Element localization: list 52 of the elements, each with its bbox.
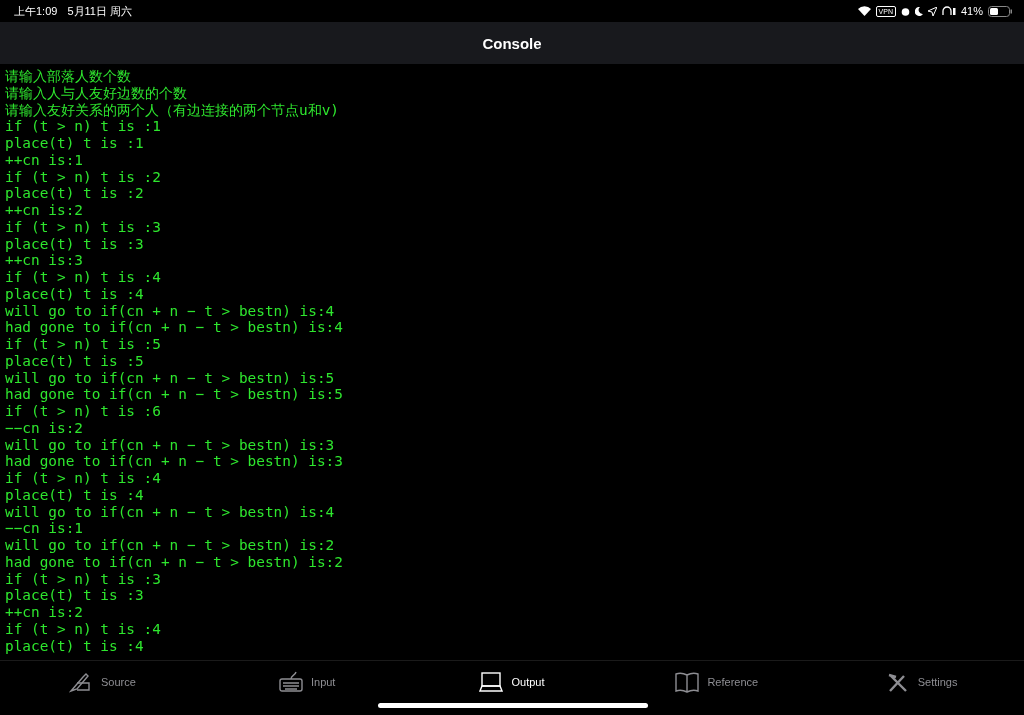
laptop-icon <box>479 671 504 693</box>
console-line: place(t) t is :3 <box>5 235 144 253</box>
book-icon <box>675 671 700 693</box>
console-line: will go to if(cn + n − t > bestn) is:4 <box>5 503 335 521</box>
console-line: ++cn is:3 <box>5 252 83 269</box>
headphones-icon <box>941 6 956 16</box>
nav-title: Console <box>482 34 542 52</box>
moon-icon <box>914 6 923 16</box>
console-line: had gone to if(cn + n − t > bestn) is:5 <box>5 386 343 403</box>
tab-item[interactable]: Source <box>0 661 205 715</box>
console-line: if (t > n) t is :4 <box>5 470 161 487</box>
console-line: 请输入人与人友好边数的个数 <box>5 84 187 102</box>
console-line: had gone to if(cn + n − t > bestn) is:3 <box>5 453 343 470</box>
console-line: −−cn is:2 <box>5 419 83 437</box>
console-line: if (t > n) t is :5 <box>5 336 161 353</box>
wifi-icon <box>857 6 871 16</box>
console-line: place(t) t is :4 <box>5 285 144 303</box>
console-line: 请输入友好关系的两个人（有边连接的两个节点u和v) <box>5 101 339 119</box>
console-line: −−cn is:1 <box>5 520 83 537</box>
console-line: place(t) t is :4 <box>5 486 144 504</box>
tab-item[interactable]: Settings <box>819 661 1024 715</box>
status-date: 5月11日 周六 <box>67 3 132 19</box>
tab-item[interactable]: Reference <box>614 661 820 715</box>
console-line: if (t > n) t is :6 <box>5 403 161 420</box>
console-line: will go to if(cn + n − t > bestn) is:2 <box>5 537 335 554</box>
tab-item[interactable]: Input <box>204 661 410 715</box>
console-line: place(t) t is :1 <box>5 135 144 152</box>
location-arrow-icon <box>927 6 937 16</box>
console-line: place(t) t is :5 <box>5 352 144 370</box>
console-line: will go to if(cn + n − t > bestn) is:3 <box>5 436 335 454</box>
console-line: if (t > n) t is :3 <box>5 570 161 588</box>
console-line: had gone to if(cn + n − t > bestn) is:2 <box>5 553 343 571</box>
console-line: will go to if(cn + n − t > bestn) is:4 <box>5 302 335 320</box>
console-line: if (t > n) t is :1 <box>5 118 161 135</box>
console-line: ++cn is:2 <box>5 604 83 621</box>
console-line: place(t) t is :4 <box>5 637 144 655</box>
console-line: 请输入部落人数个数 <box>5 68 131 85</box>
console-line: ++cn is:1 <box>5 151 83 169</box>
console-line: if (t > n) t is :2 <box>5 168 161 186</box>
keyboard-icon <box>278 671 303 693</box>
console-line: if (t > n) t is :4 <box>5 269 161 286</box>
console-line: ++cn is:2 <box>5 202 83 219</box>
battery-icon <box>988 5 1012 17</box>
console-line: will go to if(cn + n − t > bestn) is:5 <box>5 369 335 387</box>
battery-percent: 41% <box>960 5 983 17</box>
console-line: place(t) t is :2 <box>5 185 144 202</box>
status-time: 上午1:09 <box>14 3 58 19</box>
console-line: if (t > n) t is :3 <box>5 218 161 236</box>
console-line: if (t > n) t is :4 <box>5 620 161 638</box>
console-line: place(t) t is :3 <box>5 587 144 604</box>
tab-item[interactable]: Output <box>409 661 615 715</box>
console-line: had gone to if(cn + n − t > bestn) is:4 <box>5 319 343 336</box>
